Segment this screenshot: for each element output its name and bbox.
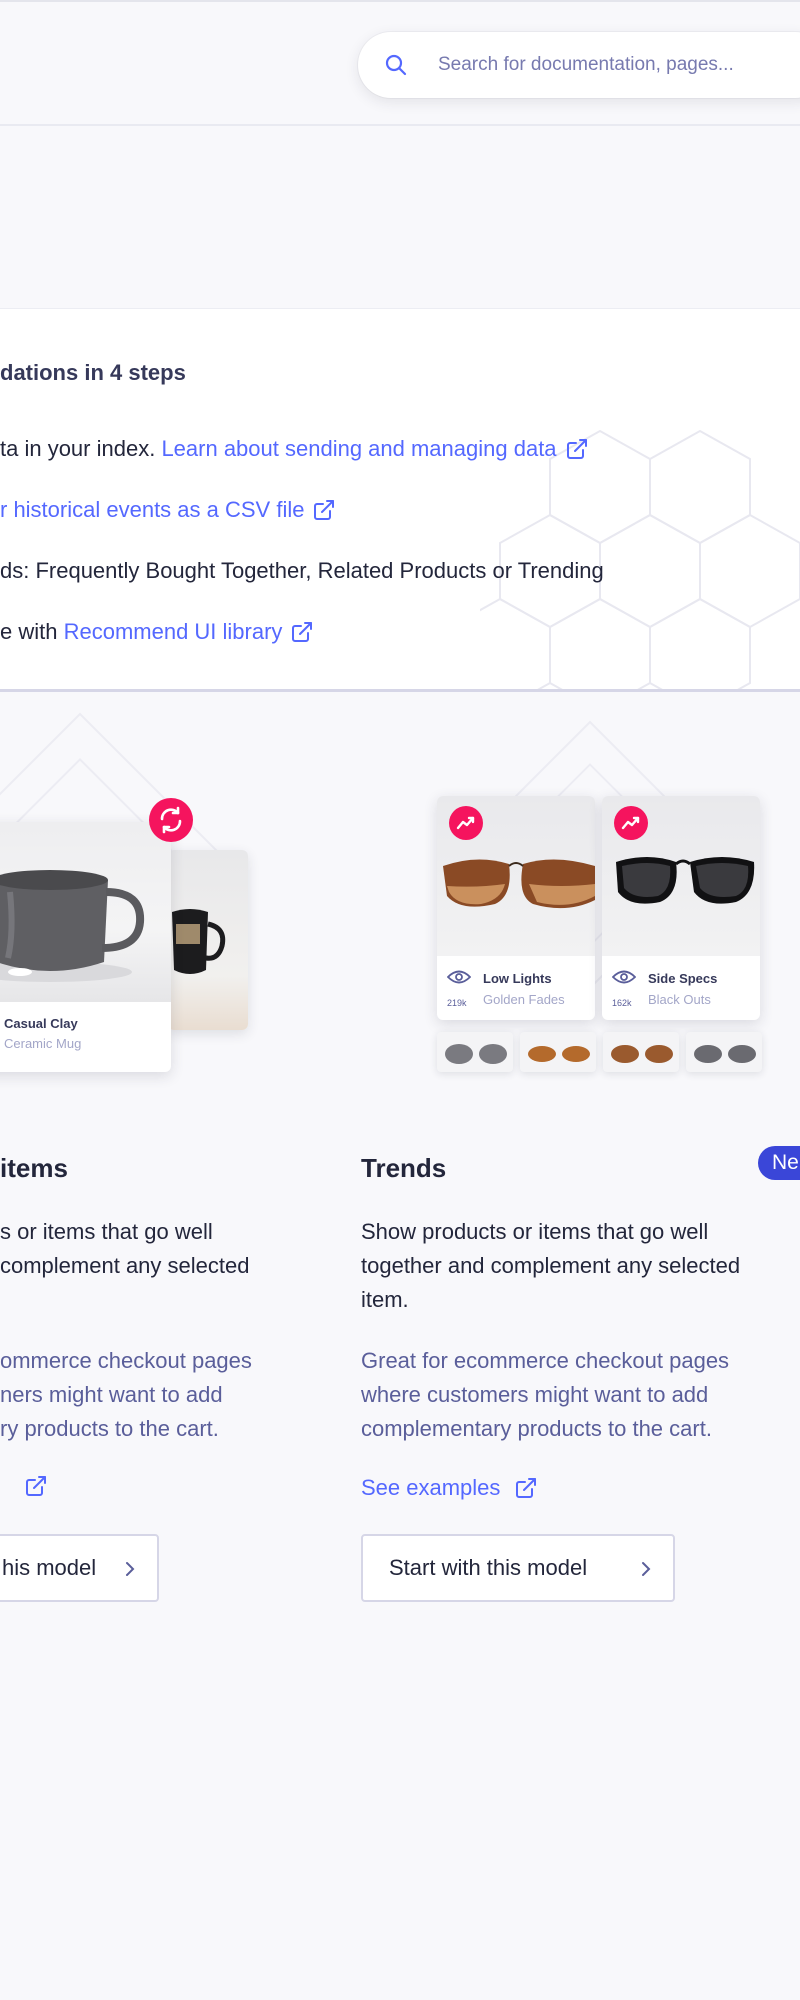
button-label: his model <box>2 1555 97 1580</box>
steps-panel: dations in 4 steps ta in your index. Lea… <box>0 308 800 692</box>
product-name: Side Specs <box>648 971 718 986</box>
step-1-text: ta in your index. <box>0 436 162 461</box>
product-name: Low Lights <box>483 971 552 986</box>
pink-badge <box>614 806 648 840</box>
step-3: ds: Frequently Bought Together, Related … <box>0 558 604 584</box>
external-link-icon <box>516 1478 537 1498</box>
start-model-button[interactable]: Start with this model <box>361 1534 675 1602</box>
trending-icon <box>456 816 475 830</box>
eye-icon <box>447 970 471 984</box>
card-title: items <box>0 1153 68 1183</box>
card-title: Trends <box>361 1153 447 1183</box>
step-4: e with Recommend UI library <box>0 619 314 645</box>
trending-icon <box>621 816 640 830</box>
external-link-icon[interactable] <box>565 437 589 461</box>
pink-badge <box>149 798 193 842</box>
external-link-icon[interactable] <box>290 620 314 644</box>
see-examples-link[interactable]: See examples <box>361 1475 538 1501</box>
button-label: Start with this model <box>389 1555 588 1580</box>
sending-data-link[interactable]: Learn about sending and managing data <box>161 436 556 462</box>
recommend-ui-link[interactable]: Recommend UI library <box>64 619 283 645</box>
step-4-text: e with <box>0 619 64 644</box>
view-count: 219k <box>447 998 467 1008</box>
external-link-icon[interactable] <box>24 1474 48 1498</box>
step-3-text: ds: Frequently Bought Together, Related … <box>0 558 604 583</box>
step-1: ta in your index. Learn about sending an… <box>0 436 589 462</box>
see-examples-label: See examples <box>361 1475 501 1500</box>
chevron-right-icon <box>642 1562 651 1576</box>
pink-badge <box>449 806 483 840</box>
product-subtitle: Black Outs <box>648 992 711 1007</box>
refresh-icon <box>160 806 182 834</box>
card-note: Great for ecommerce checkout pages where… <box>361 1348 730 1441</box>
eye-icon <box>612 970 636 984</box>
search-box[interactable]: Search for documentation, pages... <box>358 32 800 98</box>
card-description: Show products or items that go well toge… <box>361 1219 741 1312</box>
external-link-icon[interactable] <box>312 498 336 522</box>
thumbnail <box>686 1032 762 1072</box>
product-card: Casual Clay Ceramic Mug <box>0 822 171 1072</box>
mug-photo-back <box>168 850 248 1030</box>
top-bar: Search for documentation, pages... <box>0 0 800 126</box>
product-subtitle: Golden Fades <box>483 992 565 1007</box>
steps-title: dations in 4 steps <box>0 360 186 385</box>
start-model-button[interactable]: his model <box>0 1534 159 1602</box>
mug-photo <box>0 822 171 1002</box>
model-cards: Casual Clay Ceramic Mug 219k Low Lights … <box>0 692 800 2000</box>
csv-events-link[interactable]: r historical events as a CSV file <box>0 497 304 523</box>
step-2: r historical events as a CSV file <box>0 497 336 523</box>
thumbnail <box>520 1032 596 1072</box>
new-badge: Ne <box>758 1146 800 1180</box>
left-illustration: Casual Clay Ceramic Mug <box>0 692 340 1132</box>
thumbnail <box>603 1032 679 1072</box>
product-name: Casual Clay <box>4 1016 78 1031</box>
thumbnail <box>437 1032 513 1072</box>
view-count: 162k <box>612 998 632 1008</box>
search-icon <box>385 54 407 76</box>
search-input[interactable]: Search for documentation, pages... <box>438 54 734 76</box>
chevron-right-icon <box>126 1562 135 1576</box>
product-subtitle: Ceramic Mug <box>4 1036 82 1051</box>
